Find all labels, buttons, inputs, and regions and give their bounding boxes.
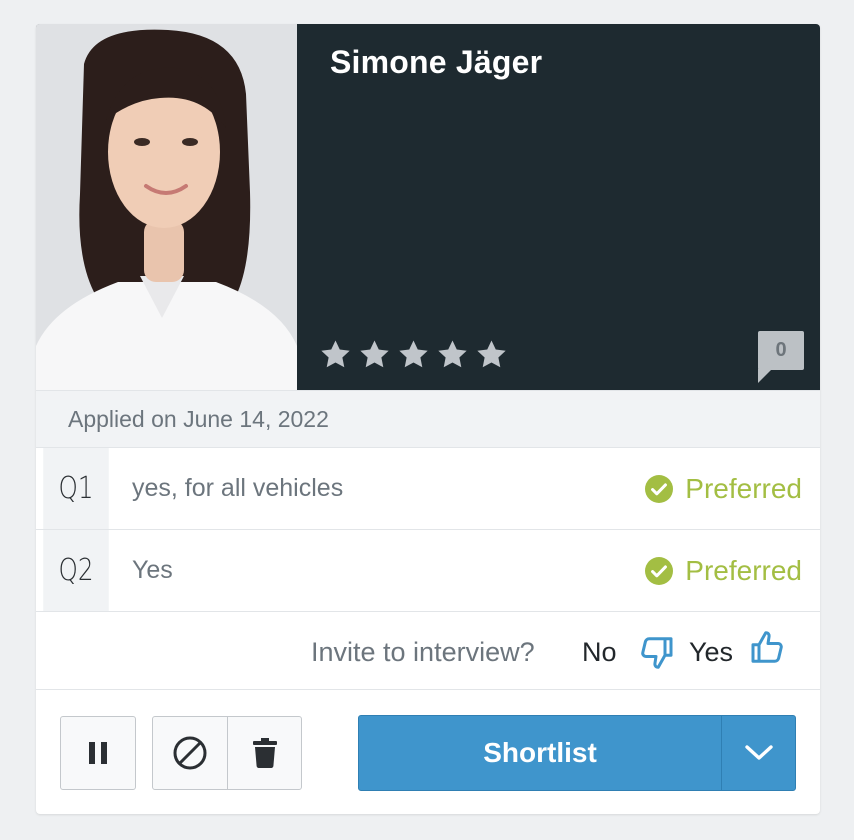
star-icon[interactable] xyxy=(396,338,431,371)
invite-no-label[interactable]: No xyxy=(582,612,617,692)
check-circle-icon xyxy=(645,474,674,503)
comment-bubble-icon xyxy=(758,369,772,383)
question-label: Q2 xyxy=(43,530,109,611)
chevron-down-icon xyxy=(744,745,773,760)
candidate-card: Simone Jäger 0 Applied on June 14, 2022 … xyxy=(36,24,820,814)
comment-count: 0 xyxy=(758,331,804,370)
candidate-header: Simone Jäger 0 xyxy=(36,24,820,390)
shortlist-dropdown-button[interactable] xyxy=(721,716,795,790)
thumbs-down-icon[interactable] xyxy=(638,635,674,671)
invite-row: Invite to interview? No Yes xyxy=(36,612,820,690)
candidate-photo[interactable] xyxy=(36,24,297,390)
check-circle-icon xyxy=(645,556,674,585)
status-label: Preferred xyxy=(685,554,802,586)
trash-icon xyxy=(252,738,277,768)
star-icon[interactable] xyxy=(318,338,353,371)
shortlist-split-button: Shortlist xyxy=(358,715,796,791)
invite-question: Invite to interview? xyxy=(311,637,535,667)
question-answer: Yes xyxy=(132,556,173,584)
applied-date: Applied on June 14, 2022 xyxy=(36,390,820,448)
candidate-name[interactable]: Simone Jäger xyxy=(330,44,542,81)
star-icon[interactable] xyxy=(435,338,470,371)
reject-button[interactable] xyxy=(153,717,227,789)
pause-icon xyxy=(89,742,107,764)
status-label: Preferred xyxy=(685,472,802,504)
preferred-status: Preferred xyxy=(645,448,802,529)
ban-icon xyxy=(173,736,207,770)
shortlist-button[interactable]: Shortlist xyxy=(359,716,721,790)
thumbs-up-icon[interactable] xyxy=(750,629,786,665)
invite-yes-label[interactable]: Yes xyxy=(689,612,733,692)
reject-delete-group xyxy=(152,716,302,790)
question-row: Q1 yes, for all vehicles Preferred xyxy=(36,448,820,530)
comments-button[interactable]: 0 xyxy=(758,331,804,383)
question-answer: yes, for all vehicles xyxy=(132,474,344,502)
star-rating[interactable] xyxy=(318,338,509,371)
preferred-status: Preferred xyxy=(645,530,802,611)
question-label: Q1 xyxy=(43,448,109,529)
star-icon[interactable] xyxy=(357,338,392,371)
delete-button[interactable] xyxy=(227,717,301,789)
star-icon[interactable] xyxy=(474,338,509,371)
pause-button[interactable] xyxy=(60,716,136,790)
question-row: Q2 Yes Preferred xyxy=(36,530,820,612)
